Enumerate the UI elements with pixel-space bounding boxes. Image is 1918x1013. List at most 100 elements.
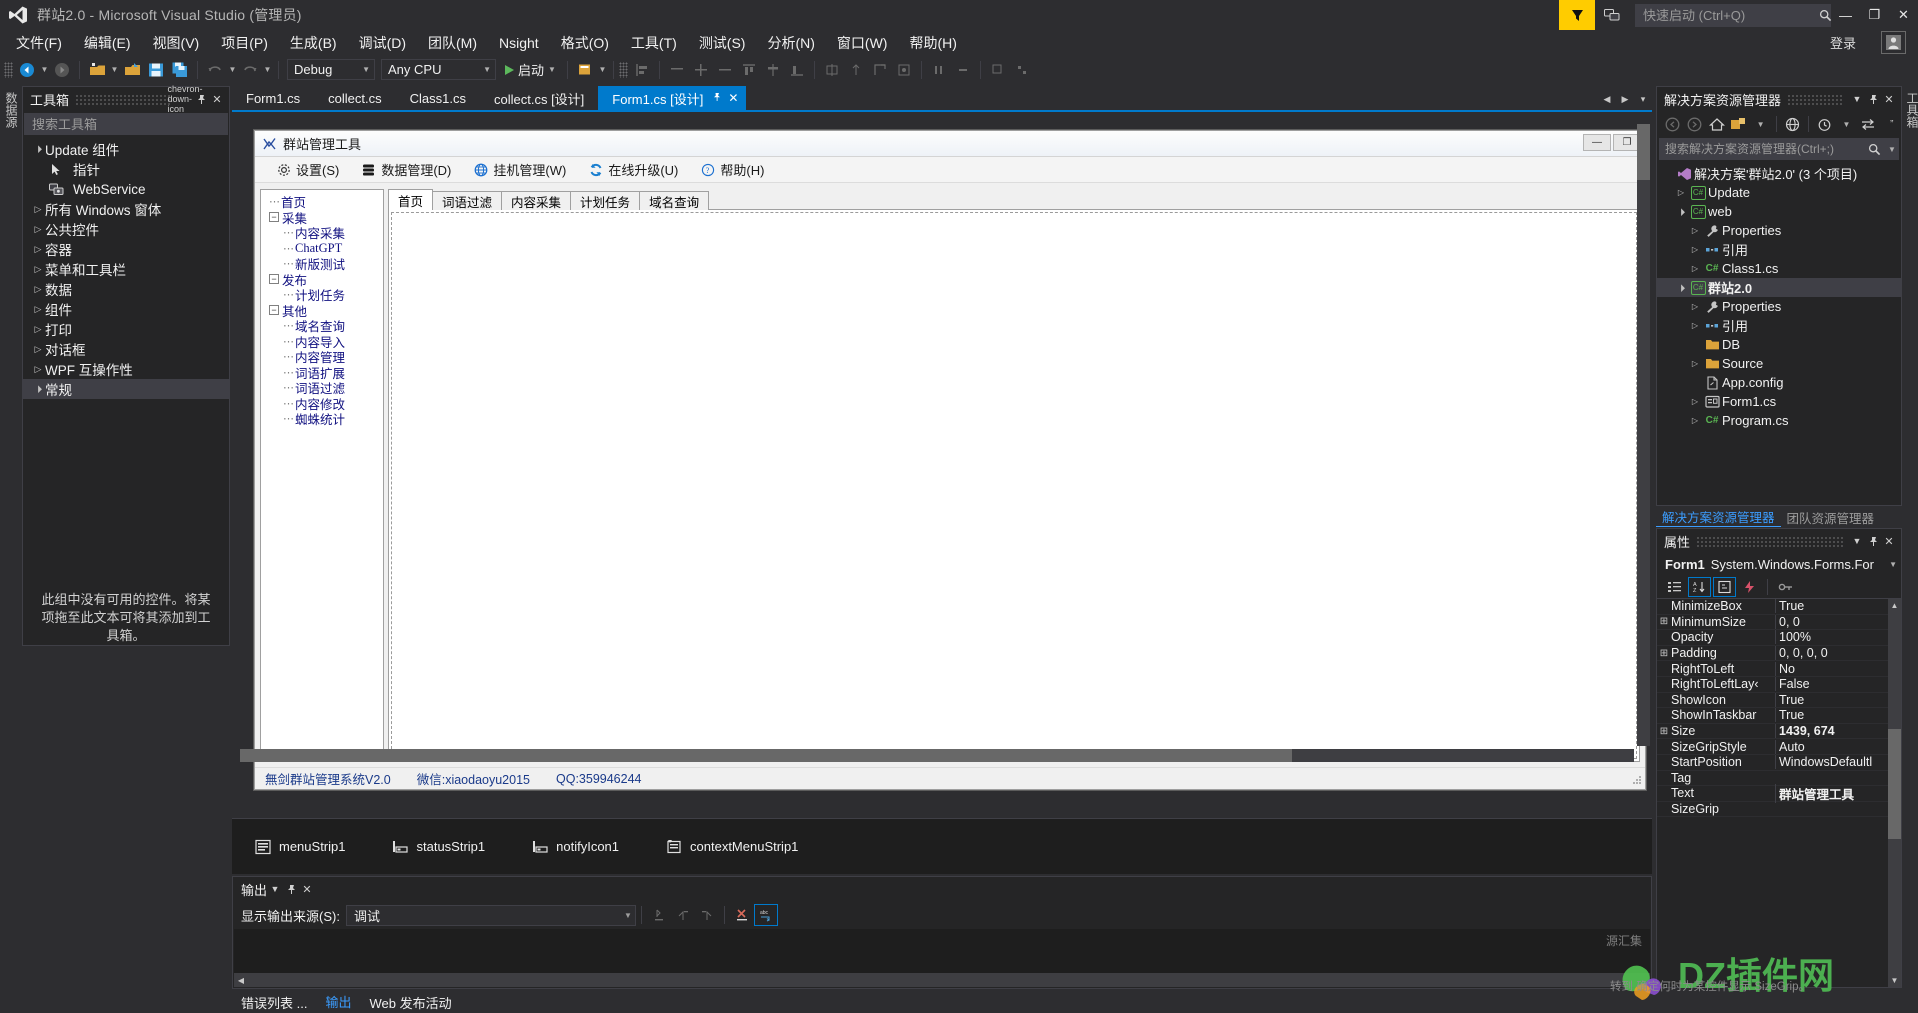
properties-scrollbar[interactable]: ▲ ▼	[1888, 599, 1901, 987]
chevron-down-icon[interactable]: ▼	[1849, 90, 1865, 108]
property-value[interactable]: True	[1775, 708, 1901, 722]
menu-item-10[interactable]: 测试(S)	[688, 30, 757, 56]
toolbox-item-10[interactable]: ▷对话框	[23, 339, 229, 359]
form-menu-item-1[interactable]: 数据管理(D)	[350, 158, 462, 181]
bottom-tab-1[interactable]: 输出	[316, 992, 360, 1013]
menu-item-12[interactable]: 窗口(W)	[826, 30, 899, 56]
tab-scroll-left-icon[interactable]: ◀	[1598, 88, 1616, 110]
chevron-collapsed-icon[interactable]: ▷	[1688, 321, 1702, 330]
open-file-icon[interactable]	[120, 59, 144, 81]
chevron-down-icon[interactable]: ▼	[1750, 113, 1771, 135]
form-menu-item-3[interactable]: 在线升级(U)	[577, 158, 689, 181]
attach-dropdown-icon[interactable]: ▼	[597, 59, 608, 81]
solexp-bottom-tab-0[interactable]: 解决方案资源管理器	[1656, 507, 1781, 527]
chevron-collapsed-icon[interactable]: ▷	[31, 324, 45, 335]
toolbox-item-2[interactable]: WebService	[23, 179, 229, 199]
quick-launch-input[interactable]	[1636, 8, 1819, 23]
toolbox-search-input[interactable]	[25, 117, 227, 132]
navigate-back-dropdown-icon[interactable]: ▼	[39, 59, 50, 81]
menu-item-3[interactable]: 项目(P)	[210, 30, 279, 56]
panel-drag-dots[interactable]	[1696, 535, 1843, 547]
output-source-combo[interactable]: 调试 ▼	[346, 905, 636, 926]
designer-horizontal-scrollbar[interactable]	[240, 749, 1634, 762]
tray-component-1[interactable]: statusStrip1	[391, 838, 485, 856]
toggle-word-wrap-icon[interactable]: abc	[754, 904, 778, 926]
properties-object-combo[interactable]: Form1 System.Windows.Forms.For ▼	[1657, 553, 1901, 575]
clear-all-icon[interactable]	[730, 904, 754, 926]
bottom-tab-0[interactable]: 错误列表 ...	[232, 993, 316, 1012]
chevron-collapsed-icon[interactable]: ▷	[1688, 359, 1702, 368]
form-nav-treeview[interactable]: ⋯首页−采集⋯内容采集⋯ChatGPT⋯新版测试−发布⋯计划任务−其他⋯域名查询…	[260, 189, 384, 762]
expand-plus-icon[interactable]: ⊞	[1657, 648, 1671, 659]
chevron-expanded-icon[interactable]: ◢	[1673, 204, 1689, 220]
tray-component-2[interactable]: notifyIcon1	[531, 838, 619, 856]
chevron-down-icon[interactable]: ▼	[548, 65, 556, 74]
form-tab-4[interactable]: 域名查询	[639, 191, 709, 210]
property-value[interactable]: 0, 0, 0, 0	[1775, 646, 1901, 660]
form-menu-item-4[interactable]: ?帮助(H)	[689, 158, 775, 181]
form-menu-item-0[interactable]: 设置(S)	[265, 158, 350, 181]
chevron-expanded-icon[interactable]: ◢	[1673, 280, 1689, 296]
navigate-back-icon[interactable]	[15, 59, 39, 81]
expand-plus-icon[interactable]: ⊞	[1657, 726, 1671, 737]
pin-icon[interactable]	[1865, 90, 1881, 108]
chevron-down-icon[interactable]: ▼	[1889, 560, 1897, 569]
alphabetical-icon[interactable]: AZ	[1688, 577, 1711, 597]
panel-drag-dots[interactable]	[75, 93, 171, 105]
toolbox-item-1[interactable]: 指针	[23, 159, 229, 179]
document-tab-3[interactable]: collect.cs [设计]	[480, 86, 598, 110]
chevron-collapsed-icon[interactable]: ▷	[31, 304, 45, 315]
categorized-icon[interactable]	[1663, 577, 1686, 597]
solution-tree-node-1[interactable]: ▷C#Update	[1657, 183, 1901, 202]
property-pages-icon[interactable]	[1774, 577, 1797, 597]
expand-plus-icon[interactable]: ⊞	[1657, 616, 1671, 627]
pin-icon[interactable]	[712, 92, 722, 105]
chevron-down-icon[interactable]: ▼	[1849, 532, 1865, 550]
close-icon[interactable]: ✕	[299, 880, 315, 898]
chevron-collapsed-icon[interactable]: ▷	[1674, 188, 1688, 197]
chevron-down-icon[interactable]: chevron-down-icon	[177, 90, 193, 108]
designer-vscroll-thumb[interactable]	[1637, 124, 1650, 180]
events-icon[interactable]	[1738, 577, 1761, 597]
tree-expander-icon[interactable]: −	[269, 305, 279, 315]
property-row-12[interactable]: Text群站管理工具	[1657, 786, 1901, 802]
save-icon[interactable]	[144, 59, 168, 81]
chevron-down-icon[interactable]: ▼	[267, 880, 283, 898]
chevron-collapsed-icon[interactable]: ▷	[31, 244, 45, 255]
chevron-collapsed-icon[interactable]: ▷	[31, 204, 45, 215]
chevron-collapsed-icon[interactable]: ▷	[31, 344, 45, 355]
menu-item-7[interactable]: Nsight	[488, 32, 550, 54]
panel-drag-dots[interactable]	[1787, 93, 1843, 105]
solution-tree-node-9[interactable]: DB	[1657, 335, 1901, 354]
form-designer-surface[interactable]: 群站管理工具 — ❐ 设置(S)数据管理(D)挂机管理(W)在线升级(U)?帮助…	[232, 110, 1652, 810]
chevron-collapsed-icon[interactable]: ▷	[31, 224, 45, 235]
solution-tree-node-7[interactable]: ▷Properties	[1657, 297, 1901, 316]
toolbox-item-4[interactable]: ▷公共控件	[23, 219, 229, 239]
pin-icon[interactable]	[193, 90, 209, 108]
output-horizontal-scrollbar[interactable]: ◀	[234, 973, 1650, 987]
chevron-down-icon[interactable]: ▼	[1885, 145, 1899, 154]
home-icon[interactable]	[1706, 113, 1727, 135]
document-tab-2[interactable]: Class1.cs	[396, 86, 480, 110]
toolbar-grip[interactable]	[4, 62, 13, 78]
chevron-expanded-icon[interactable]: ◢	[30, 141, 46, 157]
property-value[interactable]: 群站管理工具	[1775, 784, 1901, 803]
property-row-0[interactable]: MinimizeBoxTrue	[1657, 599, 1901, 615]
designer-hscroll-thumb[interactable]	[240, 749, 1292, 762]
close-button[interactable]: ✕	[1889, 0, 1918, 30]
property-row-4[interactable]: RightToLeftNo	[1657, 661, 1901, 677]
solution-explorer-search-box[interactable]: ▼	[1659, 138, 1899, 160]
property-row-13[interactable]: SizeGrip	[1657, 802, 1901, 818]
close-icon[interactable]: ✕	[209, 90, 225, 108]
menu-item-8[interactable]: 格式(O)	[550, 30, 620, 56]
form-menu-item-2[interactable]: 挂机管理(W)	[462, 158, 577, 181]
document-tab-0[interactable]: Form1.cs	[232, 86, 314, 110]
save-all-icon[interactable]	[168, 59, 192, 81]
scroll-up-icon[interactable]: ▲	[1888, 599, 1901, 612]
solexp-bottom-tab-1[interactable]: 团队资源管理器	[1781, 507, 1881, 527]
close-icon[interactable]: ✕	[1881, 532, 1897, 550]
solution-tree-node-0[interactable]: 解决方案'群站2.0' (3 个项目)	[1657, 164, 1901, 183]
form-tree-node-2[interactable]: ⋯内容采集	[265, 225, 381, 241]
attach-process-icon[interactable]	[573, 59, 597, 81]
designed-form-window[interactable]: 群站管理工具 — ❐ 设置(S)数据管理(D)挂机管理(W)在线升级(U)?帮助…	[254, 130, 1646, 790]
